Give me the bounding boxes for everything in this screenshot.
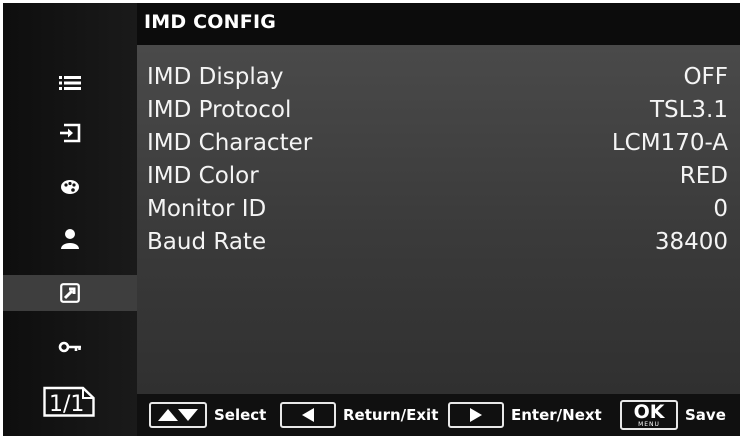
- config-icon: [60, 283, 80, 303]
- right-key[interactable]: [448, 402, 504, 428]
- left-key[interactable]: [280, 402, 336, 428]
- setting-row-imd-protocol[interactable]: IMD Protocol TSL3.1: [137, 94, 740, 127]
- setting-label: IMD Protocol: [147, 97, 292, 123]
- sidebar: 1/1: [3, 3, 137, 436]
- setting-value[interactable]: OFF: [683, 64, 728, 90]
- hint-return: Return/Exit: [280, 400, 438, 430]
- sidebar-item-user[interactable]: [3, 221, 137, 257]
- setting-label: IMD Color: [147, 163, 259, 189]
- setting-row-imd-color[interactable]: IMD Color RED: [137, 160, 740, 193]
- setting-value[interactable]: RED: [680, 163, 728, 189]
- setting-label: IMD Display: [147, 64, 284, 90]
- sidebar-item-config[interactable]: [3, 275, 137, 311]
- hint-save: OK MENU Save: [620, 400, 726, 430]
- up-down-arrows-icon: [158, 409, 198, 421]
- sidebar-item-palette[interactable]: [3, 169, 137, 205]
- setting-row-imd-character[interactable]: IMD Character LCM170-A: [137, 127, 740, 160]
- hint-bar: Select Return/Exit Enter/Next OK MENU Sa…: [137, 394, 740, 436]
- hint-enter-label: Enter/Next: [511, 406, 602, 424]
- list-icon: [59, 76, 81, 90]
- sidebar-item-input[interactable]: [3, 115, 137, 151]
- user-icon: [61, 229, 79, 249]
- setting-label: Baud Rate: [147, 229, 267, 255]
- hint-select-label: Select: [214, 406, 267, 424]
- setting-row-imd-display[interactable]: IMD Display OFF: [137, 61, 740, 94]
- hint-select: Select: [149, 400, 266, 430]
- left-arrow-icon: [302, 408, 314, 422]
- sidebar-item-key[interactable]: [3, 329, 137, 365]
- menu-key-label: MENU: [638, 420, 660, 428]
- setting-value[interactable]: 38400: [655, 229, 728, 255]
- setting-label: IMD Character: [147, 130, 313, 156]
- hint-enter: Enter/Next: [448, 400, 602, 430]
- up-down-key[interactable]: [149, 402, 207, 428]
- setting-label: Monitor ID: [147, 196, 267, 222]
- hint-return-label: Return/Exit: [343, 406, 439, 424]
- setting-value[interactable]: LCM170-A: [612, 130, 728, 156]
- osd-screen: 1/1 IMD CONFIG IMD Display OFF IMD Proto…: [3, 3, 740, 436]
- title-bar: IMD CONFIG: [137, 3, 740, 45]
- ok-key-label: OK: [633, 400, 665, 423]
- setting-row-monitor-id[interactable]: Monitor ID 0: [137, 193, 740, 226]
- setting-value[interactable]: 0: [713, 196, 728, 222]
- setting-value[interactable]: TSL3.1: [650, 97, 728, 123]
- palette-icon: [61, 180, 79, 194]
- ok-menu-key[interactable]: OK MENU: [620, 400, 678, 430]
- right-arrow-icon: [470, 408, 482, 422]
- page-indicator: 1/1: [43, 385, 95, 417]
- setting-row-baud-rate[interactable]: Baud Rate 38400: [137, 226, 740, 259]
- settings-panel: IMD Display OFF IMD Protocol TSL3.1 IMD …: [137, 45, 740, 394]
- page-indicator-text: 1/1: [49, 392, 84, 417]
- hint-save-label: Save: [685, 406, 726, 424]
- page-title: IMD CONFIG: [144, 11, 277, 33]
- sidebar-item-list[interactable]: [3, 65, 137, 101]
- input-icon: [60, 123, 81, 143]
- key-icon: [58, 341, 81, 353]
